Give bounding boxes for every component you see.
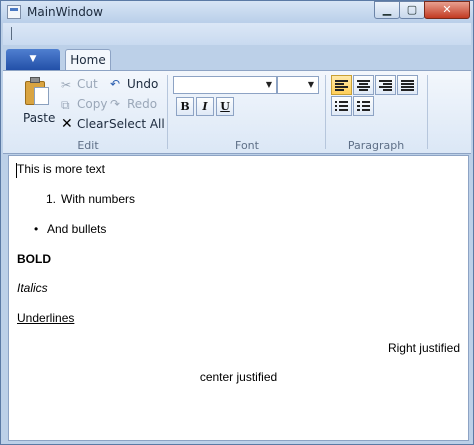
chevron-down-icon: ▼ <box>29 54 37 64</box>
rich-text-editor[interactable]: This is more text 1. With numbers • And … <box>8 155 469 441</box>
cut-button[interactable]: Cut <box>77 77 98 91</box>
chevron-down-icon: ▼ <box>265 80 272 89</box>
toolbar-separator <box>11 27 12 40</box>
paste-icon <box>25 77 51 107</box>
quick-access-toolbar <box>3 23 471 45</box>
doc-line-plain: This is more text <box>17 162 106 176</box>
underline-button[interactable]: U <box>216 97 234 116</box>
doc-line-underline: Underlines <box>17 311 75 325</box>
align-left-icon <box>335 80 348 91</box>
copy-icon: ⧉ <box>61 98 70 112</box>
application-menu-button[interactable]: ▼ <box>6 49 60 70</box>
align-center-icon <box>357 80 370 91</box>
align-justify-icon <box>401 80 414 91</box>
window-title: MainWindow <box>27 5 103 19</box>
bold-button[interactable]: B <box>176 97 194 116</box>
numbered-marker: 1. <box>46 192 57 206</box>
close-icon: ✕ <box>442 3 452 16</box>
bullet-list-button[interactable] <box>331 96 352 116</box>
align-right-button[interactable] <box>375 75 396 95</box>
edit-group-label: Edit <box>77 139 99 152</box>
app-icon <box>7 5 21 19</box>
font-group-label: Font <box>235 139 259 152</box>
doc-line-center: center justified <box>199 370 278 384</box>
paste-label: Paste <box>23 111 56 125</box>
close-button[interactable]: ✕ <box>424 1 470 19</box>
tab-home[interactable]: Home <box>65 49 111 71</box>
doc-line-right: Right justified <box>387 341 460 355</box>
cut-icon: ✂ <box>61 78 72 92</box>
doc-line-bulleted: And bullets <box>47 222 107 236</box>
minimize-icon: ▁ <box>382 3 392 16</box>
redo-button[interactable]: Redo <box>127 97 157 111</box>
title-bar[interactable]: MainWindow ▁ ▢ ✕ <box>1 1 473 23</box>
bullet-list-icon <box>335 101 348 111</box>
doc-line-italic: Italics <box>17 281 48 295</box>
group-separator <box>167 75 168 149</box>
group-separator <box>427 75 428 149</box>
main-window: MainWindow ▁ ▢ ✕ ▼ Home Paste ✂ Cut ⧉ Co… <box>0 0 474 445</box>
maximize-button[interactable]: ▢ <box>399 1 425 19</box>
clear-icon: ✕ <box>61 116 73 132</box>
align-center-button[interactable] <box>353 75 374 95</box>
clear-button[interactable]: Clear <box>77 117 108 131</box>
minimize-button[interactable]: ▁ <box>374 1 400 19</box>
paragraph-group-label: Paragraph <box>347 139 405 152</box>
paste-button[interactable]: Paste <box>17 73 57 135</box>
ribbon-panel: Paste ✂ Cut ⧉ Copy ✕ Clear ↶ Undo ↷ Redo… <box>3 70 471 154</box>
numbered-list-icon <box>357 101 370 111</box>
align-left-button[interactable] <box>331 75 352 95</box>
doc-line-bold: BOLD <box>17 252 51 266</box>
align-right-icon <box>379 80 392 91</box>
numbered-list-button[interactable] <box>353 96 374 116</box>
undo-icon: ↶ <box>110 77 121 91</box>
align-justify-button[interactable] <box>397 75 418 95</box>
font-family-combo[interactable]: ▼ <box>173 76 277 94</box>
copy-button[interactable]: Copy <box>77 97 107 111</box>
doc-line-numbered: With numbers <box>61 192 136 206</box>
maximize-icon: ▢ <box>406 3 418 16</box>
group-separator <box>325 75 326 149</box>
undo-button[interactable]: Undo <box>127 77 158 91</box>
tab-home-label: Home <box>70 53 106 67</box>
italic-button[interactable]: I <box>196 97 214 116</box>
select-all-button[interactable]: Select All <box>109 117 165 131</box>
bullet-marker: • <box>34 222 39 236</box>
font-size-combo[interactable]: ▼ <box>277 76 319 94</box>
redo-icon: ↷ <box>110 97 121 111</box>
chevron-down-icon: ▼ <box>307 80 314 89</box>
